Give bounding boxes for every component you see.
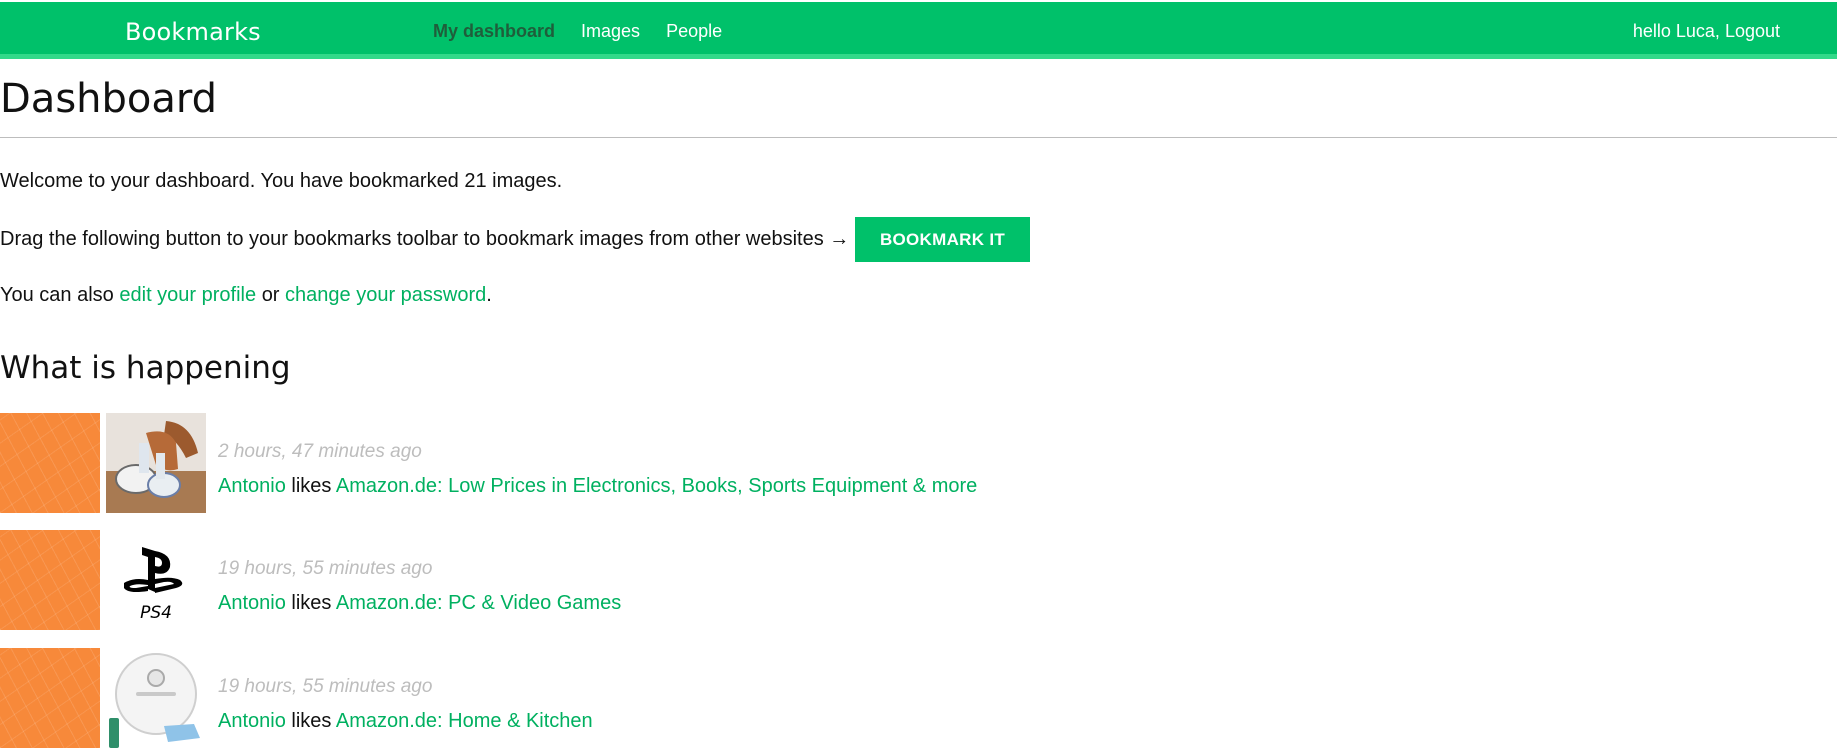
also-or: or	[261, 284, 280, 306]
avatar[interactable]	[0, 530, 100, 630]
avatar[interactable]	[0, 413, 100, 513]
activity-time: 19 hours, 55 minutes ago	[218, 558, 433, 579]
activity-item: 19 hours, 55 minutes ago Antonio likes A…	[0, 648, 1100, 748]
nav-images[interactable]: Images	[581, 21, 640, 42]
top-navbar: Bookmarks My dashboard Images People hel…	[0, 2, 1837, 59]
activity-user-link[interactable]: Antonio	[218, 475, 286, 497]
activity-time: 2 hours, 47 minutes ago	[218, 441, 422, 462]
activity-item: 2 hours, 47 minutes ago Antonio likes Am…	[0, 413, 1100, 513]
activity-verb: likes	[291, 710, 332, 732]
activity-verb: likes	[291, 475, 332, 497]
activity-item: PS4 19 hours, 55 minutes ago Antonio lik…	[0, 530, 1100, 630]
activity-target-link[interactable]: Amazon.de: PC & Video Games	[336, 592, 621, 614]
activity-target-link[interactable]: Amazon.de: Home & Kitchen	[336, 710, 593, 732]
activity-text: Antonio likes Amazon.de: PC & Video Game…	[218, 592, 621, 615]
nav-people[interactable]: People	[666, 21, 722, 42]
also-prefix: You can also	[0, 284, 114, 306]
ps4-logo-icon[interactable]: PS4	[106, 530, 206, 630]
activity-verb: likes	[291, 592, 332, 614]
logout-link[interactable]: Logout	[1725, 21, 1780, 41]
profile-links-text: You can also edit your profile or change…	[0, 284, 492, 307]
also-suffix: .	[486, 284, 492, 306]
user-menu: hello Luca, Logout	[1633, 21, 1780, 42]
edit-profile-link[interactable]: edit your profile	[119, 284, 256, 306]
activity-user-link[interactable]: Antonio	[218, 710, 286, 732]
page-title: Dashboard	[0, 76, 218, 122]
robot-vacuum-icon[interactable]	[106, 648, 206, 748]
drag-instructions: Drag the following button to your bookma…	[0, 228, 850, 250]
activity-text: Antonio likes Amazon.de: Home & Kitchen	[218, 710, 593, 733]
welcome-text: Welcome to your dashboard. You have book…	[0, 170, 563, 192]
activity-user-link[interactable]: Antonio	[218, 592, 286, 614]
change-password-link[interactable]: change your password	[285, 284, 486, 306]
main-nav: My dashboard Images People	[433, 21, 722, 42]
avatar[interactable]	[0, 648, 100, 748]
activity-time: 19 hours, 55 minutes ago	[218, 676, 433, 697]
activity-text: Antonio likes Amazon.de: Low Prices in E…	[218, 475, 977, 498]
svg-text:PS4: PS4	[140, 603, 172, 623]
sneakers-photo-icon[interactable]	[106, 413, 206, 513]
nav-my-dashboard[interactable]: My dashboard	[433, 21, 555, 42]
bookmark-it-button[interactable]: BOOKMARK IT	[855, 217, 1030, 262]
activity-target-link[interactable]: Amazon.de: Low Prices in Electronics, Bo…	[336, 475, 977, 497]
activity-title: What is happening	[0, 350, 291, 386]
title-divider	[0, 137, 1837, 138]
user-greeting: hello Luca,	[1632, 21, 1720, 41]
brand-logo[interactable]: Bookmarks	[125, 18, 261, 46]
